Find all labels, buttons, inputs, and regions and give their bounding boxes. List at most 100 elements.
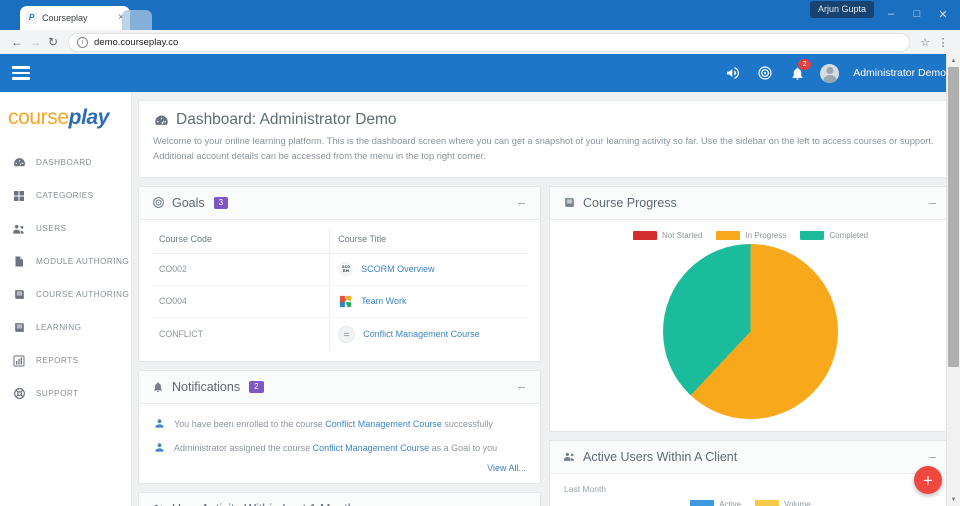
minimize-icon[interactable]: – [926, 196, 939, 209]
browser-tab-bar: P Courseplay × Arjun Gupta – □ ✕ [0, 0, 960, 30]
view-all-link[interactable]: View All... [487, 463, 526, 473]
minimize-icon[interactable]: – [515, 380, 528, 393]
target-icon [151, 196, 165, 210]
browser-menu-icon[interactable]: ⋮ [934, 36, 952, 49]
document-circle-icon [338, 326, 355, 343]
profile-chip[interactable]: Arjun Gupta [810, 1, 874, 18]
page-scrollbar[interactable]: ▲ ▼ [946, 54, 960, 506]
legend-item-not-started[interactable]: Not Started [633, 231, 702, 240]
list-item[interactable]: You have been enrolled to the course Con… [151, 412, 528, 436]
sidebar-item-module-authoring[interactable]: Module Authoring [0, 245, 131, 278]
logo-text-course: course [8, 106, 69, 129]
sidebar-item-support[interactable]: Support [0, 377, 131, 410]
active-users-panel-title: Active Users Within A Client [562, 450, 737, 464]
column-header-course-code: Course Code [151, 228, 330, 254]
legend-item-completed[interactable]: Completed [800, 231, 868, 240]
scroll-down-icon[interactable]: ▼ [947, 493, 960, 506]
legend-label: In Progress [745, 231, 786, 240]
table-row[interactable]: CO004 [151, 285, 528, 317]
legend-swatch [800, 231, 824, 240]
bar-chart-icon [12, 354, 26, 368]
bell-icon[interactable]: 2 [788, 64, 806, 82]
app-body: courseplay Dashboard Categories [0, 92, 960, 506]
book-icon [562, 196, 576, 210]
add-floating-action-button[interactable]: + [914, 466, 942, 494]
course-link[interactable]: Conflict Management Course [363, 329, 480, 339]
course-link[interactable]: Team Work [361, 296, 406, 306]
table-row[interactable]: CO002 SCORM SCORM Overview [151, 253, 528, 285]
panel-title-text: Course Progress [583, 196, 677, 210]
list-item[interactable]: Administrator assigned the course Confli… [151, 436, 528, 460]
sidebar: courseplay Dashboard Categories [0, 92, 132, 506]
reload-icon[interactable]: ↻ [44, 36, 62, 48]
table-row[interactable]: CONFLICT Conflict Management Course [151, 317, 528, 351]
tab-title: Courseplay [42, 13, 116, 23]
scrollbar-thumb[interactable] [948, 67, 959, 367]
pie-chart-course-progress[interactable] [663, 244, 838, 419]
cell-course-code: CONFLICT [151, 317, 330, 351]
megaphone-icon[interactable] [724, 64, 742, 82]
courseplay-logo[interactable]: courseplay [0, 92, 131, 146]
cell-course-title: Conflict Management Course [330, 317, 528, 351]
notification-count-badge: 2 [798, 59, 811, 70]
scroll-up-icon[interactable]: ▲ [947, 54, 960, 67]
target-icon[interactable] [756, 64, 774, 82]
address-bar[interactable]: i demo.courseplay.co [68, 33, 910, 52]
course-progress-panel-header: Course Progress – [550, 187, 951, 220]
sidebar-item-dashboard[interactable]: Dashboard [0, 146, 131, 179]
main-content: Dashboard: Administrator Demo Welcome to… [132, 92, 960, 506]
notification-text: You have been enrolled to the course Con… [174, 419, 493, 429]
cell-course-code: CO004 [151, 285, 330, 317]
logo-text-play: play [69, 106, 109, 129]
goals-panel: Goals 3 – Course Code [138, 186, 541, 362]
user-activity-panel-title: User Activity Within Last 1 Months [151, 502, 361, 506]
legend-label: Volume [784, 500, 811, 506]
legend-swatch [633, 231, 657, 240]
course-link[interactable]: Conflict Management Course [313, 443, 430, 453]
hamburger-menu-icon[interactable] [12, 66, 30, 80]
site-info-icon[interactable]: i [77, 37, 88, 48]
bookmark-star-icon[interactable]: ☆ [916, 36, 934, 49]
legend-label: Completed [829, 231, 868, 240]
course-progress-chart: Not Started In Progress Completed [550, 220, 951, 431]
cell-course-title: SCORM SCORM Overview [330, 253, 528, 285]
sidebar-item-course-authoring[interactable]: Course Authoring [0, 278, 131, 311]
close-window-button[interactable]: ✕ [930, 2, 956, 26]
notification-suffix: successfully [442, 419, 493, 429]
page-title-text: Dashboard: Administrator Demo [176, 111, 397, 129]
minimize-icon[interactable]: – [515, 196, 528, 209]
user-icon [153, 418, 165, 430]
sidebar-item-categories[interactable]: Categories [0, 179, 131, 212]
course-link[interactable]: SCORM Overview [361, 264, 435, 274]
avatar[interactable] [820, 64, 839, 83]
goals-panel-title: Goals 3 [151, 196, 228, 210]
chart-period-label: Last Month [560, 482, 941, 494]
back-icon[interactable]: ← [8, 36, 26, 48]
column-header-course-title: Course Title [330, 228, 528, 254]
user-name-label[interactable]: Administrator Demo [853, 67, 946, 79]
panel-title-text: Active Users Within A Client [583, 450, 737, 464]
course-link[interactable]: Conflict Management Course [325, 419, 442, 429]
user-icon [153, 442, 165, 454]
minimize-icon[interactable]: – [926, 450, 939, 463]
sidebar-item-label: Dashboard [36, 158, 92, 167]
minimize-icon[interactable]: – [515, 502, 528, 506]
minimize-window-button[interactable]: – [878, 2, 904, 26]
forward-icon[interactable]: → [26, 36, 44, 48]
new-tab-button[interactable] [122, 10, 152, 30]
sidebar-item-learning[interactable]: Learning [0, 311, 131, 344]
maximize-window-button[interactable]: □ [904, 2, 930, 26]
browser-tab[interactable]: P Courseplay × [20, 6, 130, 30]
users-icon [151, 502, 165, 506]
sidebar-item-users[interactable]: Users [0, 212, 131, 245]
page-description: Welcome to your online learning platform… [153, 134, 937, 165]
legend-item-in-progress[interactable]: In Progress [716, 231, 786, 240]
legend-item-volume[interactable]: Volume [755, 500, 811, 506]
grid-icon [12, 189, 26, 203]
users-icon [562, 450, 576, 464]
scorm-icon: SCORM [338, 262, 353, 277]
left-column: Goals 3 – Course Code [138, 186, 541, 506]
legend-item-active[interactable]: Active [690, 500, 741, 506]
sidebar-item-reports[interactable]: Reports [0, 344, 131, 377]
legend-label: Active [719, 500, 741, 506]
